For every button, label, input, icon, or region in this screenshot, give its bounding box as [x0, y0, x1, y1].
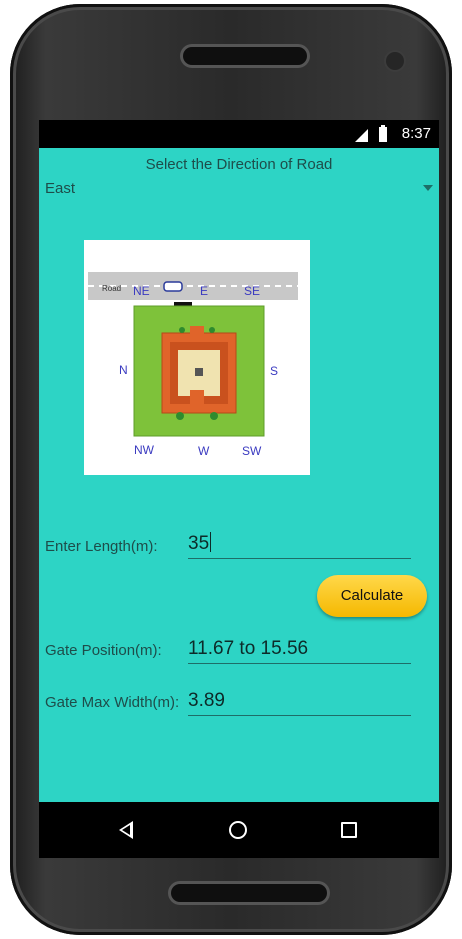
navigation-bar: [39, 802, 439, 858]
app-screen: 8:37 Select the Direction of Road East R…: [39, 120, 439, 858]
calculate-button[interactable]: Calculate: [317, 575, 427, 617]
road-direction-diagram: Road NE E SE N S NW W SW: [84, 240, 310, 475]
text-cursor: [210, 532, 212, 552]
length-input[interactable]: 35: [188, 532, 411, 559]
label-s: S: [270, 364, 278, 378]
gate-width-field: 3.89: [188, 689, 411, 716]
diagram-svg: Road NE E SE N S NW W SW: [88, 272, 298, 458]
label-se: SE: [244, 284, 260, 298]
entrance-bottom: [190, 390, 204, 404]
car-icon: [163, 281, 183, 292]
length-label: Enter Length(m):: [45, 538, 158, 555]
label-nw: NW: [134, 443, 155, 457]
tree: [210, 412, 218, 420]
dropdown-arrow-icon[interactable]: [423, 185, 433, 191]
home-icon[interactable]: [229, 821, 247, 839]
courtyard-center: [195, 368, 203, 376]
tree: [209, 327, 215, 333]
signal-icon: [355, 129, 368, 142]
front-camera: [386, 52, 404, 70]
battery-icon: [379, 125, 387, 142]
gate-width-label: Gate Max Width(m):: [45, 694, 180, 711]
label-w: W: [198, 444, 210, 458]
direction-selected-value: East: [45, 180, 76, 197]
tree: [176, 412, 184, 420]
length-input-value: 35: [188, 533, 210, 554]
label-e: E: [200, 284, 208, 298]
earpiece-speaker: [183, 47, 307, 65]
recent-apps-icon[interactable]: [341, 822, 357, 838]
page-title: Select the Direction of Road: [145, 156, 333, 173]
bottom-speaker: [171, 884, 327, 902]
status-time: 8:37: [401, 125, 431, 142]
back-icon[interactable]: [119, 821, 133, 839]
road-label: Road: [102, 284, 121, 293]
label-ne: NE: [133, 284, 150, 298]
direction-dropdown[interactable]: East: [45, 178, 435, 200]
label-n: N: [119, 363, 128, 377]
status-bar: 8:37: [39, 120, 439, 148]
label-sw: SW: [242, 444, 262, 458]
gate-position-field: 11.67 to 15.56: [188, 637, 411, 664]
entrance-top: [190, 326, 204, 336]
tree: [179, 327, 185, 333]
gate-position-label: Gate Position(m):: [45, 642, 162, 659]
